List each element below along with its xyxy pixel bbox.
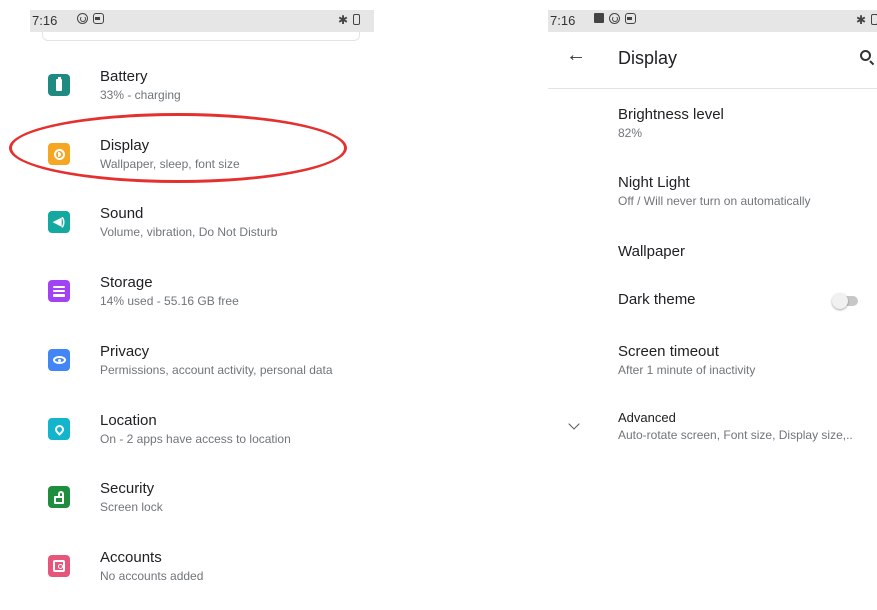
toggle-thumb — [832, 293, 848, 309]
app-bar: ← Display — [548, 32, 877, 89]
settings-item-accounts[interactable]: Accounts No accounts added — [30, 549, 374, 599]
item-subtitle: 33% - charging — [100, 88, 181, 102]
display-item-dark-theme[interactable]: Dark theme — [548, 291, 877, 335]
settings-item-privacy[interactable]: Privacy Permissions, account activity, p… — [30, 343, 374, 393]
battery-icon — [353, 14, 360, 25]
display-item-night-light[interactable]: Night Light Off / Will never turn on aut… — [548, 174, 877, 218]
item-subtitle: 14% used - 55.16 GB free — [100, 294, 239, 308]
item-subtitle: Volume, vibration, Do Not Disturb — [100, 225, 278, 239]
cast-icon — [77, 13, 88, 24]
display-settings-screen: 7:16 ✱ ← Display Brightness level 82% Ni… — [548, 10, 877, 610]
display-item-advanced[interactable]: Advanced Auto-rotate screen, Font size, … — [548, 410, 877, 454]
settings-item-storage[interactable]: Storage 14% used - 55.16 GB free — [30, 274, 374, 324]
item-title: Brightness level — [618, 106, 724, 123]
search-bar-edge — [42, 32, 360, 41]
bluetooth-icon: ✱ — [856, 13, 867, 27]
item-title: Privacy — [100, 343, 150, 360]
storage-icon — [48, 280, 70, 302]
item-title: Dark theme — [618, 291, 696, 308]
item-subtitle: Auto-rotate screen, Font size, Display s… — [618, 428, 853, 442]
item-title: Wallpaper — [618, 243, 685, 260]
item-title: Night Light — [618, 174, 690, 191]
item-title: Battery — [100, 68, 148, 85]
item-subtitle: On - 2 apps have access to location — [100, 432, 291, 446]
item-title: Storage — [100, 274, 153, 291]
item-subtitle: Off / Will never turn on automatically — [618, 194, 811, 208]
item-title: Location — [100, 412, 157, 429]
settings-item-display[interactable]: Display Wallpaper, sleep, font size — [30, 137, 374, 187]
status-bar: 7:16 ✱ — [548, 10, 877, 32]
chevron-down-icon — [568, 418, 580, 430]
sound-icon: ◀) — [48, 211, 70, 233]
settings-item-sound[interactable]: ◀) Sound Volume, vibration, Do Not Distu… — [30, 205, 374, 255]
page-title: Display — [618, 48, 678, 68]
item-title: Accounts — [100, 549, 162, 566]
item-subtitle: After 1 minute of inactivity — [618, 363, 756, 377]
settings-item-location[interactable]: Location On - 2 apps have access to loca… — [30, 412, 374, 462]
display-item-screen-timeout[interactable]: Screen timeout After 1 minute of inactiv… — [548, 343, 877, 387]
security-icon — [48, 486, 70, 508]
accounts-icon — [48, 555, 70, 577]
screenshot-icon — [625, 13, 636, 24]
item-title: Security — [100, 480, 155, 497]
item-subtitle: Permissions, account activity, personal … — [100, 363, 333, 377]
status-bar: 7:16 ✱ — [30, 10, 374, 32]
search-icon[interactable] — [860, 50, 871, 61]
status-time: 7:16 — [32, 13, 58, 28]
item-title: Display — [100, 137, 150, 154]
item-subtitle: 82% — [618, 126, 643, 140]
cast-icon — [609, 13, 620, 24]
back-arrow-icon[interactable]: ← — [566, 44, 586, 67]
item-title: Screen timeout — [618, 343, 719, 360]
image-icon — [594, 13, 604, 23]
privacy-icon — [48, 349, 70, 371]
settings-item-security[interactable]: Security Screen lock — [30, 480, 374, 530]
status-time: 7:16 — [550, 13, 576, 28]
item-subtitle: Screen lock — [100, 500, 163, 514]
item-title: Sound — [100, 205, 144, 222]
display-item-wallpaper[interactable]: Wallpaper — [548, 243, 877, 287]
battery-icon — [48, 74, 70, 96]
item-title: Advanced — [618, 410, 676, 425]
display-item-brightness[interactable]: Brightness level 82% — [548, 106, 877, 150]
dark-theme-toggle[interactable] — [832, 293, 858, 309]
battery-icon — [871, 14, 877, 25]
settings-item-battery[interactable]: Battery 33% - charging — [30, 68, 374, 118]
screenshot-icon — [93, 13, 104, 24]
display-icon — [48, 143, 70, 165]
bluetooth-icon: ✱ — [338, 13, 349, 27]
location-icon — [48, 418, 70, 440]
item-subtitle: Wallpaper, sleep, font size — [100, 157, 240, 171]
settings-screen: 7:16 ✱ Battery 33% - charging Display Wa… — [30, 10, 374, 610]
item-subtitle: No accounts added — [100, 569, 204, 583]
